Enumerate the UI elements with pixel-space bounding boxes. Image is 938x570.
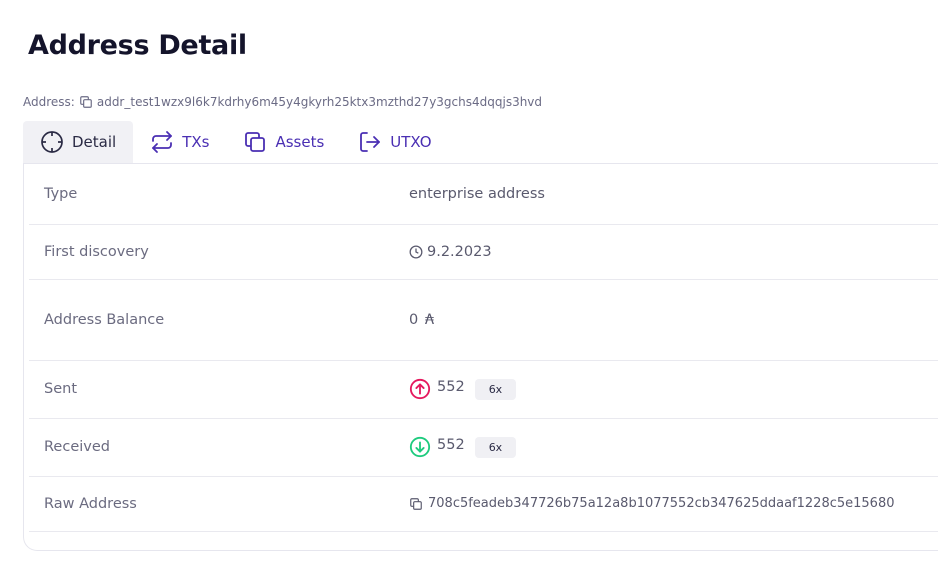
detail-row-type: Type enterprise address: [29, 164, 938, 225]
address-row: Address: addr_test1wzx9l6k7kdrhy6m45y4gk…: [23, 94, 542, 110]
discovery-date: 9.2.2023: [427, 243, 492, 260]
raw-address-text: 708c5feadeb347726b75a12a8b1077552cb34762…: [428, 496, 895, 511]
detail-row-first-discovery: First discovery 9.2.2023: [29, 224, 938, 280]
crosshair-icon: [41, 131, 63, 153]
detail-row-balance: Address Balance 0 ₳: [29, 279, 938, 361]
tab-bar: Detail TXs Assets UTXO: [23, 121, 449, 163]
raw-address-label: Raw Address: [44, 495, 137, 512]
sent-value: 552 6x: [409, 378, 517, 400]
type-value: enterprise address: [409, 186, 545, 202]
log-out-icon: [360, 132, 381, 152]
first-discovery-value: 9.2.2023: [409, 244, 492, 260]
repeat-icon: [152, 131, 173, 153]
sent-amount: 552: [437, 379, 465, 395]
copy-icon[interactable]: [79, 95, 93, 109]
tab-txs[interactable]: TXs: [133, 121, 226, 163]
received-count-badge: 6x: [474, 436, 517, 458]
tab-label: UTXO: [390, 133, 432, 151]
received-amount: 552: [437, 437, 465, 453]
copy-stack-icon: [245, 132, 266, 152]
raw-address-value: 708c5feadeb347726b75a12a8b1077552cb34762…: [409, 496, 894, 511]
detail-row-sent: Sent 552 6x: [29, 360, 938, 419]
tab-utxo[interactable]: UTXO: [341, 121, 448, 163]
address-value: addr_test1wzx9l6k7kdrhy6m45y4gkyrh25ktx3…: [96, 95, 543, 109]
balance-value: 0 ₳: [409, 311, 436, 328]
first-discovery-label: First discovery: [44, 243, 149, 260]
detail-row-received: Received 552 6x: [29, 418, 938, 477]
arrow-up-circle-icon: [409, 378, 431, 400]
type-label: Type: [44, 186, 78, 202]
sent-count-badge: 6x: [474, 378, 517, 400]
address-label: Address:: [23, 95, 75, 109]
tab-assets[interactable]: Assets: [226, 121, 341, 163]
page-title: Address Detail: [28, 30, 247, 61]
tab-detail[interactable]: Detail: [23, 121, 134, 163]
balance-label: Address Balance: [44, 311, 165, 328]
detail-card: Type enterprise address First discovery …: [23, 163, 938, 551]
received-value: 552 6x: [409, 436, 517, 458]
tab-label: TXs: [182, 133, 210, 151]
copy-icon[interactable]: [409, 497, 423, 511]
clock-icon: [409, 245, 423, 258]
arrow-down-circle-icon: [409, 436, 431, 458]
received-label: Received: [44, 439, 110, 455]
detail-row-raw-address: Raw Address 708c5feadeb347726b75a12a8b10…: [29, 476, 938, 532]
tab-label: Assets: [275, 133, 325, 151]
sent-label: Sent: [44, 381, 78, 397]
tab-label: Detail: [72, 133, 117, 151]
